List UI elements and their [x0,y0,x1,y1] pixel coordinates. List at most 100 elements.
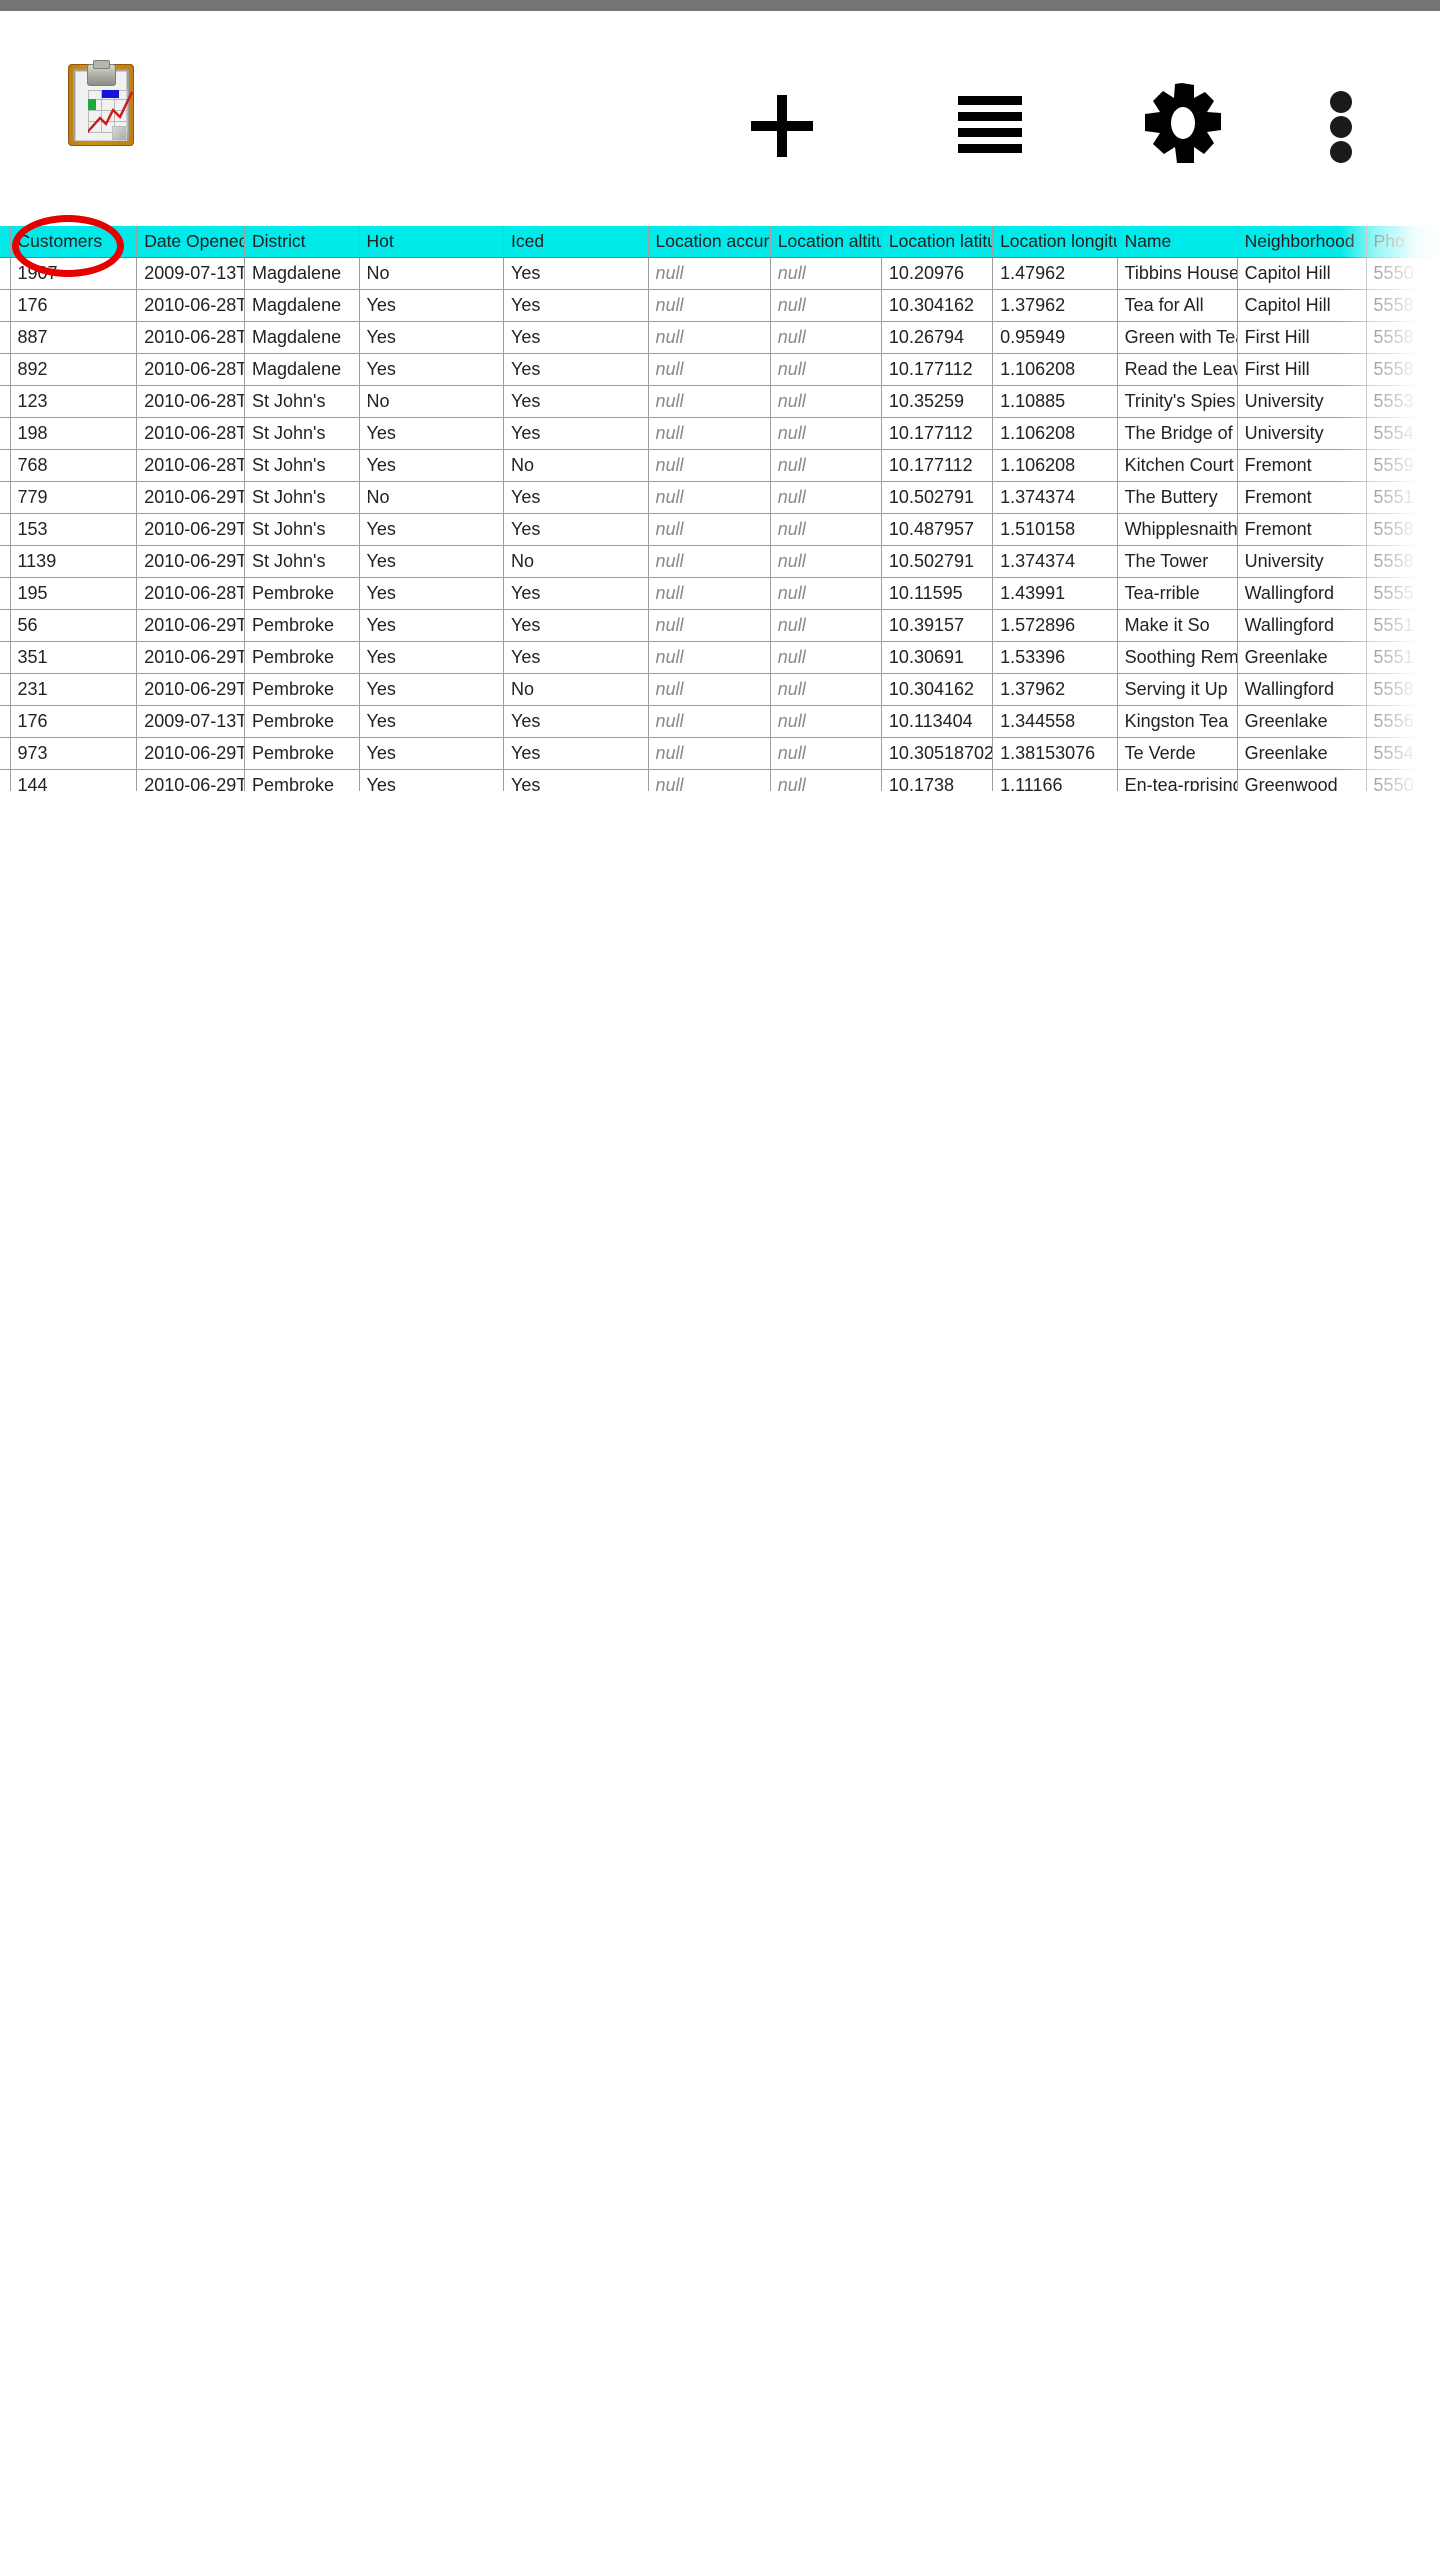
table-row[interactable]: 1982010-06-28T00:St John'sYesYesnullnull… [0,417,1440,450]
cell-date[interactable]: 2009-07-13T00: [136,257,246,290]
cell-district[interactable]: St John's [244,449,360,482]
cell-date[interactable]: 2009-07-13T00: [136,705,246,738]
cell-date[interactable]: 2010-06-28T00: [136,353,246,386]
cell-iced[interactable]: Yes [503,385,649,418]
cell-latitude[interactable]: 10.177112 [881,449,994,482]
column-header-iced[interactable]: Iced [503,226,649,258]
cell-hot[interactable]: Yes [359,289,504,322]
cell-name[interactable]: Tibbins House [1117,257,1238,290]
cell-district[interactable]: Pembroke [244,609,360,642]
cell-date[interactable]: 2010-06-28T00: [136,417,246,450]
cell-hood[interactable]: Wallingford [1237,673,1367,706]
cell-district[interactable]: Pembroke [244,769,360,791]
cell-accuracy[interactable]: null [648,289,771,322]
cell-latitude[interactable]: 10.304162 [881,289,994,322]
column-header-location-longitude[interactable]: Location longitu [992,226,1118,258]
cell-customers[interactable]: 887 [10,321,138,354]
cell-date[interactable]: 2010-06-29T00: [136,513,246,546]
table-row[interactable]: 2312010-06-29T00:PembrokeYesNonullnull10… [0,673,1440,706]
column-header-district[interactable]: District [244,226,360,258]
cell-name[interactable]: Soothing Reme [1117,641,1238,674]
data-grid[interactable]: Customers Date Opened District Hot Iced … [0,226,1440,791]
cell-accuracy[interactable]: null [648,545,771,578]
cell-hood[interactable]: University [1237,545,1367,578]
cell-district[interactable]: Pembroke [244,641,360,674]
cell-altitude[interactable]: null [770,385,882,418]
cell-hot[interactable]: Yes [359,609,504,642]
table-row[interactable]: 1442010-06-29T00:PembrokeYesYesnullnull1… [0,769,1440,791]
cell-phone[interactable]: 5558 [1366,673,1440,706]
cell-phone[interactable]: 5551 [1366,609,1440,642]
cell-latitude[interactable]: 10.11595 [881,577,994,610]
table-row[interactable]: 9732010-06-29T00:PembrokeYesYesnullnull1… [0,737,1440,770]
cell-name[interactable]: Kingston Tea [1117,705,1238,738]
cell-district[interactable]: St John's [244,385,360,418]
column-header-name[interactable]: Name [1117,226,1238,258]
cell-altitude[interactable]: null [770,705,882,738]
cell-altitude[interactable]: null [770,577,882,610]
column-header-hot[interactable]: Hot [359,226,504,258]
cell-hood[interactable]: Greenwood [1237,769,1367,791]
cell-accuracy[interactable]: null [648,321,771,354]
cell-customers[interactable]: 351 [10,641,138,674]
cell-customers[interactable]: 973 [10,737,138,770]
cell-date[interactable]: 2010-06-29T00: [136,769,246,791]
cell-hot[interactable]: Yes [359,321,504,354]
cell-district[interactable]: St John's [244,513,360,546]
cell-phone[interactable]: 5558 [1366,321,1440,354]
cell-hot[interactable]: Yes [359,641,504,674]
cell-latitude[interactable]: 10.304162 [881,673,994,706]
cell-latitude[interactable]: 10.487957 [881,513,994,546]
cell-iced[interactable]: Yes [503,257,649,290]
cell-date[interactable]: 2010-06-29T00: [136,737,246,770]
cell-altitude[interactable]: null [770,289,882,322]
cell-name[interactable]: Green with Tea [1117,321,1238,354]
cell-accuracy[interactable]: null [648,257,771,290]
cell-longitude[interactable]: 1.38153076 [992,737,1118,770]
cell-hood[interactable]: Greenlake [1237,641,1367,674]
cell-hot[interactable]: Yes [359,417,504,450]
cell-longitude[interactable]: 1.510158 [992,513,1118,546]
cell-accuracy[interactable]: null [648,673,771,706]
column-header-date-opened[interactable]: Date Opened [136,226,246,258]
cell-longitude[interactable]: 1.37962 [992,289,1118,322]
cell-latitude[interactable]: 10.26794 [881,321,994,354]
cell-altitude[interactable]: null [770,481,882,514]
cell-district[interactable]: Pembroke [244,577,360,610]
cell-district[interactable]: St John's [244,481,360,514]
cell-hot[interactable]: Yes [359,705,504,738]
cell-hot[interactable]: Yes [359,737,504,770]
cell-customers[interactable]: 1139 [10,545,138,578]
cell-altitude[interactable]: null [770,513,882,546]
cell-hood[interactable]: University [1237,385,1367,418]
cell-customers[interactable]: 176 [10,289,138,322]
cell-altitude[interactable]: null [770,321,882,354]
cell-latitude[interactable]: 10.502791 [881,481,994,514]
cell-name[interactable]: Whipplesnaith [1117,513,1238,546]
table-row[interactable]: 7792010-06-29T00:St John'sNoYesnullnull1… [0,481,1440,514]
cell-latitude[interactable]: 10.30518702 [881,737,994,770]
cell-hood[interactable]: Wallingford [1237,609,1367,642]
cell-date[interactable]: 2010-06-28T00: [136,289,246,322]
cell-longitude[interactable]: 1.374374 [992,481,1118,514]
cell-customers[interactable]: 768 [10,449,138,482]
cell-longitude[interactable]: 1.374374 [992,545,1118,578]
table-row[interactable]: 1232010-06-28T00:St John'sNoYesnullnull1… [0,385,1440,418]
cell-longitude[interactable]: 1.10885 [992,385,1118,418]
cell-accuracy[interactable]: null [648,609,771,642]
cell-iced[interactable]: Yes [503,641,649,674]
table-row[interactable]: 1762009-07-13T00:PembrokeYesYesnullnull1… [0,705,1440,738]
cell-altitude[interactable]: null [770,545,882,578]
cell-accuracy[interactable]: null [648,353,771,386]
cell-iced[interactable]: Yes [503,769,649,791]
cell-date[interactable]: 2010-06-29T00: [136,673,246,706]
table-row[interactable]: 1952010-06-28T00:PembrokeYesYesnullnull1… [0,577,1440,610]
cell-hot[interactable]: Yes [359,769,504,791]
cell-altitude[interactable]: null [770,641,882,674]
cell-phone[interactable]: 5558 [1366,545,1440,578]
cell-hood[interactable]: First Hill [1237,321,1367,354]
cell-phone[interactable]: 5558 [1366,513,1440,546]
cell-hood[interactable]: Fremont [1237,481,1367,514]
cell-name[interactable]: Tea-rrible [1117,577,1238,610]
cell-hot[interactable]: No [359,257,504,290]
